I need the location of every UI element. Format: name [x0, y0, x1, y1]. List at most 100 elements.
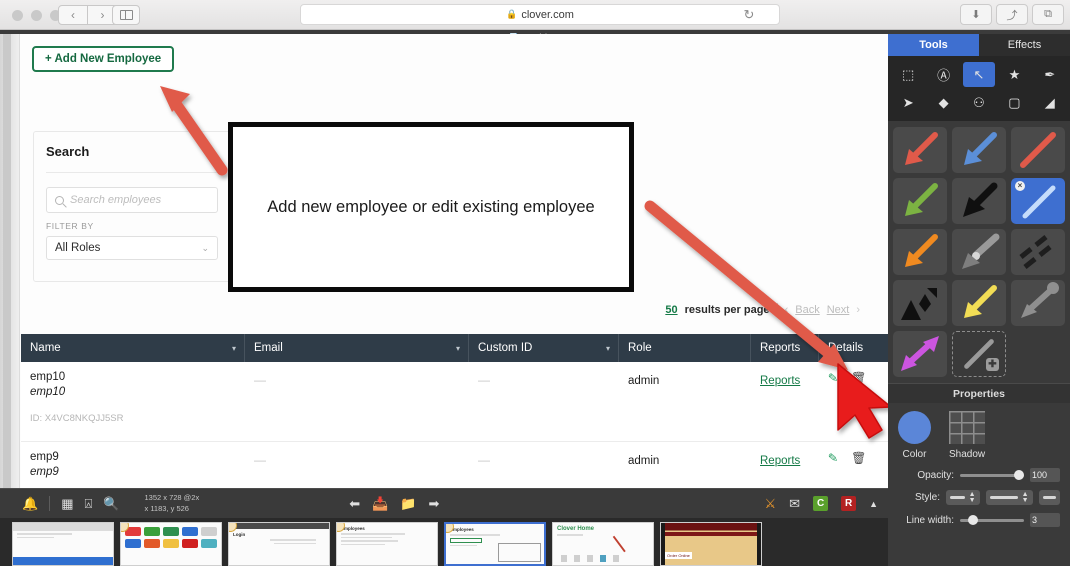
color-picker[interactable]: Color [898, 411, 931, 460]
shadow-picker[interactable]: Shadow [949, 411, 985, 460]
tab-effects[interactable]: Effects [979, 34, 1070, 56]
arrow-style-arrow-green[interactable] [893, 178, 947, 224]
highlighter-icon[interactable]: ◢ [1034, 90, 1066, 115]
text-callout-icon[interactable]: Ⓐ [927, 62, 959, 87]
search-input[interactable]: Search employees [46, 187, 218, 213]
slider-knob[interactable] [967, 515, 978, 525]
back-button[interactable]: ‹ [58, 5, 88, 25]
pencil-icon[interactable]: ✎ [827, 371, 838, 386]
arrow-style-line-blue-selected[interactable]: × [1011, 178, 1065, 224]
pager-next-link[interactable]: Next [827, 304, 850, 316]
arrow-style-arrow-orange[interactable] [893, 229, 947, 275]
style-cap-stepper[interactable] [1038, 490, 1060, 505]
style-thickness-stepper[interactable]: ▲ ▼ [946, 490, 980, 505]
line-width-value[interactable]: 3 [1030, 513, 1060, 527]
column-header-name[interactable]: Name ▾ [21, 334, 245, 362]
role-filter-select[interactable]: All Roles ⌄ [46, 236, 218, 260]
record-badge[interactable]: R [841, 496, 857, 511]
thumb-employees-list[interactable]: Employees [444, 522, 546, 566]
arrow-style-arrow-blue[interactable] [952, 127, 1006, 173]
column-header-email[interactable]: Email ▾ [245, 334, 469, 362]
shadow-swatch[interactable] [949, 411, 986, 444]
close-window-button[interactable] [12, 10, 23, 21]
skitch-icon[interactable]: ⚔ [765, 496, 777, 512]
blur-drop-icon[interactable]: ◆ [927, 90, 959, 115]
pencil-icon[interactable]: ✎ [827, 451, 838, 466]
screenshot-canvas[interactable]: + Add New Employee Search Search employe… [0, 34, 888, 488]
trash-icon[interactable]: 🗑 [851, 451, 866, 465]
arrow-style-line-red[interactable] [1011, 127, 1065, 173]
tab-overview-button[interactable]: ⧉ [1032, 4, 1064, 25]
mail-icon[interactable]: ✉ [789, 496, 800, 512]
arrow-style-arrow-black[interactable] [952, 178, 1006, 224]
pen-icon[interactable]: ✒ [1034, 62, 1066, 87]
opacity-slider[interactable] [960, 470, 1024, 480]
arrow-left-icon[interactable]: ⬅ [349, 496, 360, 512]
sort-caret-icon[interactable]: ▾ [232, 344, 236, 353]
marquee-select-icon[interactable]: ⬚ [892, 62, 924, 87]
thumb-clover-home[interactable]: Clover Home [552, 522, 654, 566]
arrow-style-arrow-magenta-double[interactable] [893, 331, 947, 377]
chevron-up-icon[interactable]: ▲ [869, 499, 878, 509]
evernote-badge[interactable]: C [813, 496, 829, 511]
close-icon[interactable]: × [1015, 181, 1025, 191]
thumb-restaurant[interactable]: Order Online [660, 522, 762, 566]
arrow-style-dashed-line[interactable] [1011, 229, 1065, 275]
reload-button[interactable]: ↻ [740, 6, 758, 24]
markup-icon[interactable]: ▦ [61, 496, 73, 512]
stepper-arrows-icon[interactable]: ▲ ▼ [1022, 491, 1029, 504]
reports-link[interactable]: Reports [760, 455, 800, 467]
lock-icon: 🔒 [506, 9, 518, 19]
cursor-icon[interactable]: ➤ [892, 90, 924, 115]
stepper-arrows-icon[interactable]: ▲ ▼ [969, 491, 976, 504]
table-row[interactable]: emp9 emp9 ID: AZHNKP0KN7Q78 — — admin Re… [21, 442, 888, 488]
results-per-page-value[interactable]: 50 [665, 304, 677, 316]
crop-icon[interactable]: ⍓ [84, 496, 92, 512]
folder-icon[interactable]: 📁 [400, 496, 416, 512]
arrow-style-arrow-red[interactable] [893, 127, 947, 173]
slider-knob[interactable] [1014, 470, 1024, 480]
table-row[interactable]: emp10 emp10 ID: X4VC8NKQJJ5SR — — admin … [21, 362, 888, 442]
thumb-app-icons[interactable] [120, 522, 222, 566]
column-header-custom-id[interactable]: Custom ID ▾ [469, 334, 619, 362]
shape-icon[interactable]: ▢ [998, 90, 1030, 115]
color-swatch[interactable] [898, 411, 931, 444]
plus-icon[interactable]: ✚ [986, 358, 999, 371]
arrow-icon[interactable]: ↖ [962, 62, 996, 87]
reports-link[interactable]: Reports [760, 375, 800, 387]
thumb-browser[interactable] [12, 522, 114, 566]
sidebar-toggle-button[interactable] [112, 5, 140, 25]
zoom-icon[interactable]: 🔍 [103, 496, 119, 512]
minimize-window-button[interactable] [31, 10, 42, 21]
thumb-employees-form[interactable]: Employees [336, 522, 438, 566]
page-scroll-gutter[interactable] [0, 34, 20, 488]
column-header-reports[interactable]: Reports [751, 334, 819, 362]
trash-icon[interactable]: 🗑 [851, 371, 866, 385]
arrow-style-arrow-yellow[interactable] [952, 280, 1006, 326]
annotation-callout-box[interactable]: Add new employee or edit existing employ… [228, 122, 634, 292]
share-button[interactable]: ⤴ [996, 4, 1028, 25]
arrow-style-arrow-grey-pin[interactable] [1011, 280, 1065, 326]
add-arrow-style-button[interactable]: ✚ [952, 331, 1006, 377]
thumb-login[interactable]: Login [228, 522, 330, 566]
line-width-slider[interactable] [960, 515, 1024, 525]
column-header-role[interactable]: Role [619, 334, 751, 362]
opacity-value[interactable]: 100 [1030, 468, 1060, 482]
arrow-style-arrow-grey-brush[interactable] [952, 229, 1006, 275]
pixelate-icon[interactable]: ⚇ [963, 90, 995, 115]
arrow-style-arrow-triangles[interactable] [893, 280, 947, 326]
tab-tools[interactable]: Tools [888, 34, 979, 56]
stamp-icon[interactable]: ★ [998, 62, 1030, 87]
column-header-details[interactable]: Details [819, 334, 888, 362]
arrow-right-icon[interactable]: ➡ [429, 496, 440, 512]
address-bar[interactable]: 🔒 clover.com [300, 4, 780, 25]
sort-caret-icon[interactable]: ▾ [456, 344, 460, 353]
thumbnail-filmstrip[interactable]: Login Employees Employees Clover Home Or… [0, 518, 888, 566]
save-icon[interactable]: 📥 [372, 496, 388, 512]
pager-back-link[interactable]: Back [795, 304, 819, 316]
add-new-employee-button[interactable]: + Add New Employee [32, 46, 175, 72]
downloads-button[interactable]: ⬇ [960, 4, 992, 25]
sort-caret-icon[interactable]: ▾ [606, 344, 610, 353]
bell-icon[interactable]: 🔔 [22, 496, 38, 512]
style-dash-stepper[interactable]: ▲ ▼ [985, 490, 1033, 505]
